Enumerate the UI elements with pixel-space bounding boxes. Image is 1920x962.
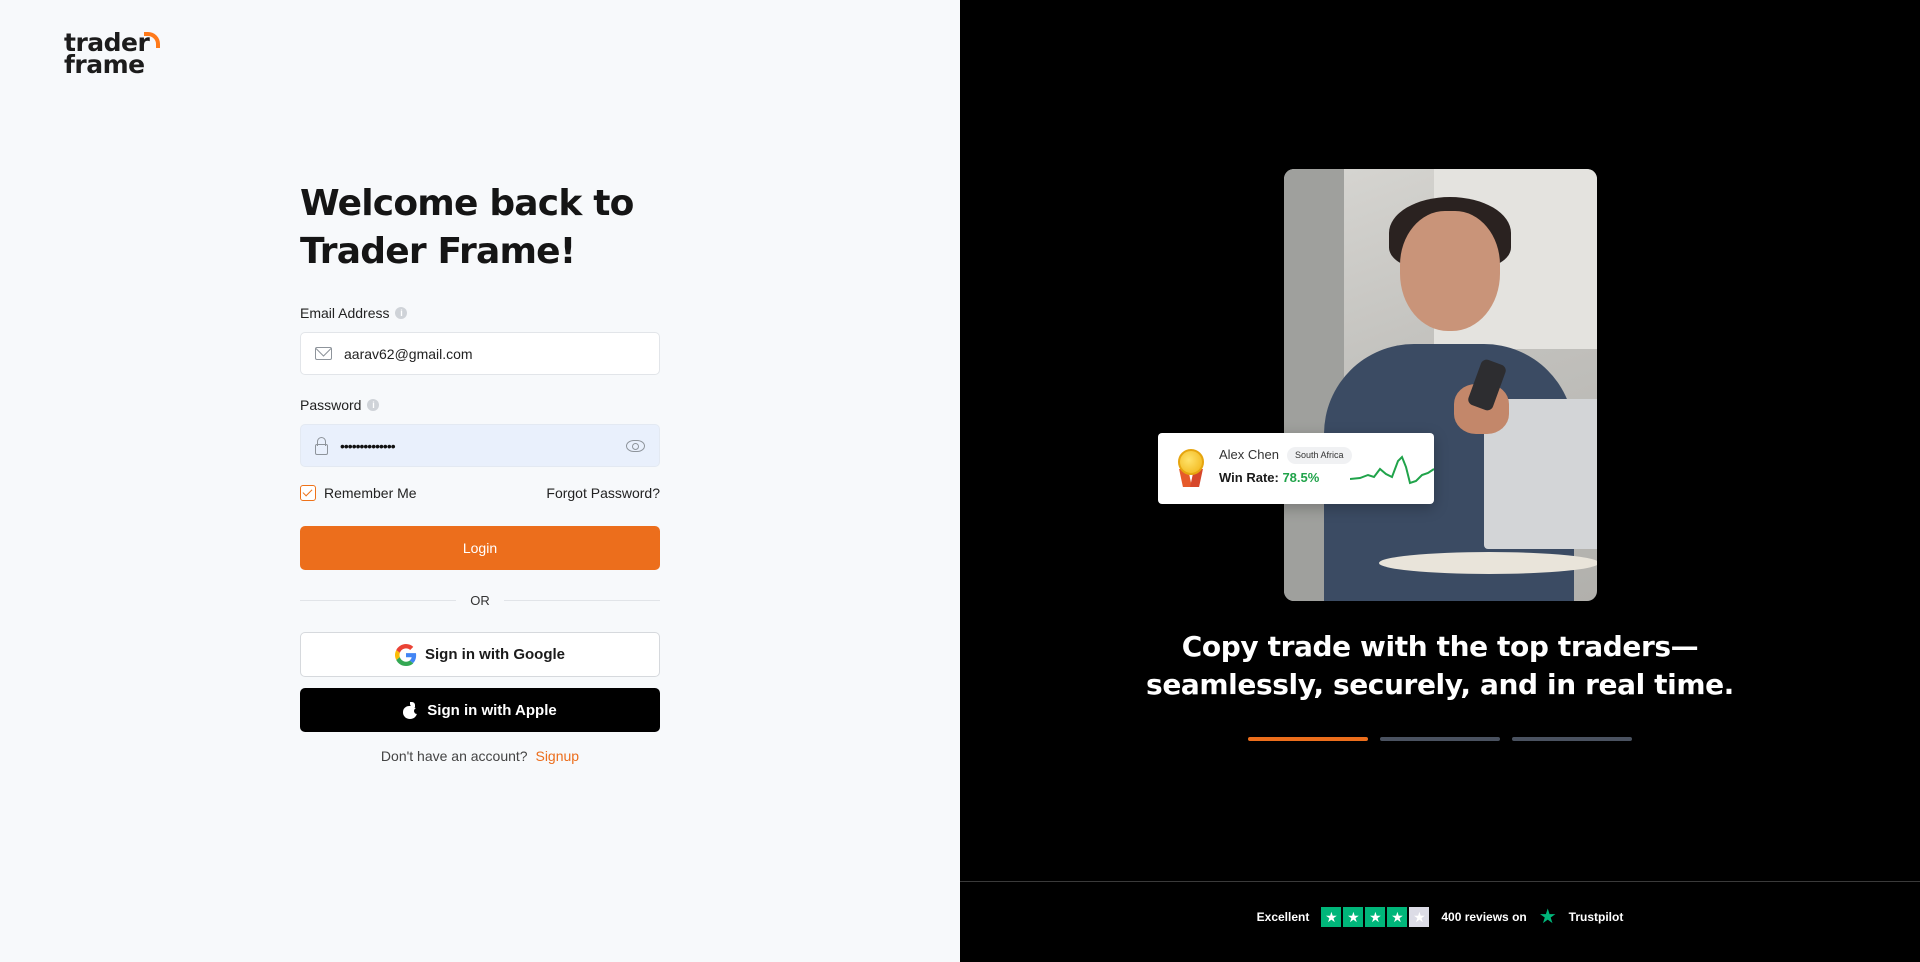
mail-icon xyxy=(315,347,332,360)
page-title: Welcome back to Trader Frame! xyxy=(300,180,660,276)
trustpilot-rating[interactable]: Excellent ★ ★ ★ ★ ★ 400 reviews on ★ Tru… xyxy=(960,907,1920,927)
trader-frame-logo[interactable]: trader frame xyxy=(64,30,160,79)
password-field[interactable]: •••••••••••••• xyxy=(300,424,660,467)
divider-line xyxy=(503,600,660,601)
google-icon xyxy=(395,643,417,666)
reviews-text: 400 reviews on xyxy=(1441,910,1527,924)
password-label: Password xyxy=(300,397,362,413)
star-icon: ★ xyxy=(1343,907,1364,927)
carousel-indicators xyxy=(1248,737,1632,741)
title-line2: Trader Frame! xyxy=(300,231,576,272)
remember-me-label: Remember Me xyxy=(324,485,417,501)
email-label: Email Address xyxy=(300,305,390,321)
signup-link[interactable]: Signup xyxy=(535,748,579,764)
remember-me-checkbox[interactable]: Remember Me xyxy=(300,485,417,501)
promo-headline: Copy trade with the top traders— seamles… xyxy=(960,628,1920,704)
divider-line xyxy=(300,600,457,601)
promo-panel: Alex Chen South Africa Win Rate: 78.5% C… xyxy=(960,0,1920,962)
trader-country-badge: South Africa xyxy=(1287,447,1352,464)
signup-prompt: Don't have an account? xyxy=(380,748,528,764)
eye-icon[interactable] xyxy=(626,439,645,452)
logo-text-line2: frame xyxy=(64,50,145,79)
login-form: Welcome back to Trader Frame! Email Addr… xyxy=(300,180,660,764)
rating-label: Excellent xyxy=(1256,910,1310,924)
trustpilot-brand: Trustpilot xyxy=(1568,910,1624,924)
apple-signin-button[interactable]: Sign in with Apple xyxy=(300,688,660,732)
login-panel: trader frame Welcome back to Trader Fram… xyxy=(0,0,960,962)
or-divider: OR xyxy=(300,593,660,608)
email-label-row: Email Address i xyxy=(300,304,660,322)
sparkline-icon xyxy=(1350,455,1434,485)
email-value: aarav62@gmail.com xyxy=(344,345,473,362)
apple-icon xyxy=(403,701,421,719)
signup-row: Don't have an account? Signup xyxy=(300,748,660,764)
forgot-password-link[interactable]: Forgot Password? xyxy=(546,485,660,501)
medal-icon xyxy=(1176,449,1206,489)
password-label-row: Password i xyxy=(300,396,660,414)
star-icon: ★ xyxy=(1321,907,1342,927)
info-icon[interactable]: i xyxy=(395,307,408,319)
google-signin-label: Sign in with Google xyxy=(425,646,565,663)
carousel-indicator-3[interactable] xyxy=(1512,737,1632,741)
headline-line2: seamlessly, securely, and in real time. xyxy=(1146,668,1734,701)
headline-line1: Copy trade with the top traders— xyxy=(1181,630,1699,663)
trustpilot-star-icon: ★ xyxy=(1538,906,1557,928)
star-icon: ★ xyxy=(1387,907,1408,927)
star-empty-icon: ★ xyxy=(1409,907,1430,927)
lock-icon xyxy=(315,436,328,455)
carousel-indicator-2[interactable] xyxy=(1380,737,1500,741)
title-line1: Welcome back to xyxy=(300,183,634,224)
footer-divider xyxy=(960,881,1920,882)
login-options: Remember Me Forgot Password? xyxy=(300,485,660,501)
win-rate-label: Win Rate: xyxy=(1219,470,1279,485)
checkbox-checked-icon[interactable] xyxy=(300,485,316,501)
or-label: OR xyxy=(470,593,490,608)
apple-signin-label: Sign in with Apple xyxy=(427,701,557,719)
win-rate: Win Rate: 78.5% xyxy=(1219,470,1319,485)
trader-photo xyxy=(1284,169,1597,601)
login-button[interactable]: Login xyxy=(300,526,660,570)
carousel-indicator-1[interactable] xyxy=(1248,737,1368,741)
star-icon: ★ xyxy=(1365,907,1386,927)
password-value: •••••••••••••• xyxy=(340,437,396,454)
trader-stats-card: Alex Chen South Africa Win Rate: 78.5% xyxy=(1158,433,1434,504)
google-signin-button[interactable]: Sign in with Google xyxy=(300,632,660,677)
rating-stars: ★ ★ ★ ★ ★ xyxy=(1321,907,1430,927)
info-icon[interactable]: i xyxy=(367,399,380,411)
win-rate-value: 78.5% xyxy=(1282,470,1320,485)
trader-name: Alex Chen xyxy=(1219,447,1279,462)
email-field[interactable]: aarav62@gmail.com xyxy=(300,332,660,375)
